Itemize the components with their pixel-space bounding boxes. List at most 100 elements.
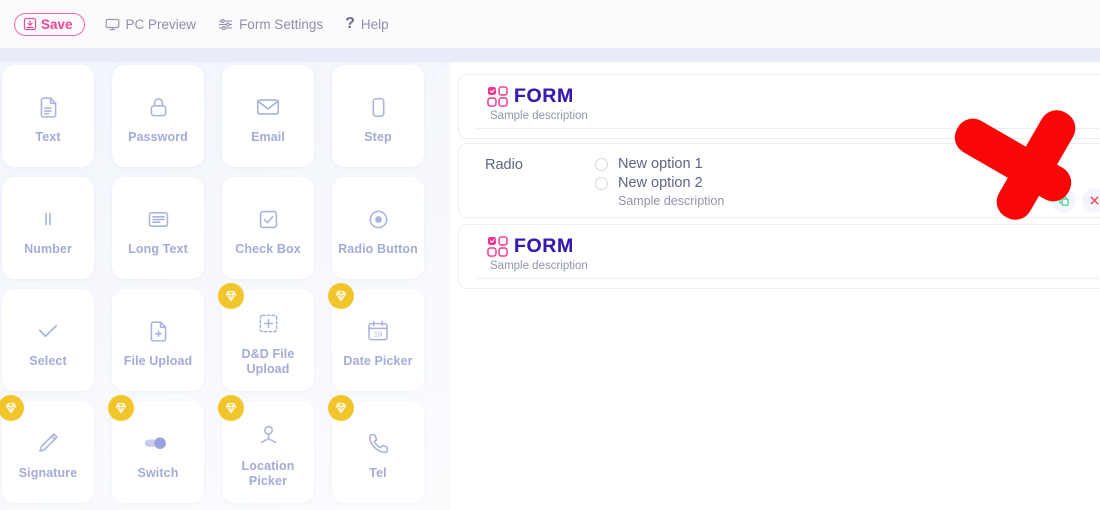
field-card-password[interactable]: Password [112,65,204,167]
form-qr-logo-icon [487,236,508,257]
help-button[interactable]: ? Help [345,16,389,32]
field-card-label: Select [29,354,67,369]
field-card-label: Location Picker [241,458,295,488]
question-mark-icon: ? [345,15,355,32]
radio-field-description: Sample description [618,194,725,208]
field-card-label: Switch [137,466,179,481]
palette-cell: Signature [0,395,108,509]
palette-cell: Check Box [218,173,328,285]
field-card-label: Check Box [235,242,301,257]
pen-icon [35,423,61,463]
field-card-radio-button[interactable]: Radio Button [332,177,424,279]
palette-cell: File Upload [108,285,218,397]
delete-button[interactable] [1082,188,1100,213]
field-card-label: File Upload [123,354,193,369]
field-card-number[interactable]: Number [2,177,94,279]
premium-gem-badge [108,395,134,421]
field-card-select[interactable]: Select [2,289,94,391]
field-card-file-upload[interactable]: File Upload [112,289,204,391]
field-card-label: Long Text [128,242,188,257]
field-card-label: Radio Button [338,242,418,257]
field-card-tel[interactable]: Tel [328,395,424,503]
calendar-19-icon: 19 [365,311,391,351]
palette-cell: Tel [328,395,438,509]
field-card-email[interactable]: Email [222,65,314,167]
save-disk-icon [23,17,37,31]
number-bars-icon [36,199,60,239]
form-header-divider [477,278,1099,279]
field-card-label: Date Picker [343,354,413,369]
field-card-date-picker[interactable]: 19 Date Picker [328,283,424,391]
premium-gem-badge [0,395,24,421]
field-card-label: Tel [369,466,387,481]
palette-cell: Switch [108,395,218,509]
text-lines-icon [146,199,171,239]
field-card-label: Password [128,130,188,145]
field-card-switch[interactable]: Switch [108,395,204,503]
field-card-long-text[interactable]: Long Text [112,177,204,279]
duplicate-button[interactable] [1051,188,1076,213]
form-settings-label: Form Settings [239,16,324,32]
form-header-divider [477,128,1099,129]
check-icon [35,311,61,351]
radio-dot-icon[interactable] [595,157,608,171]
field-card-location-picker[interactable]: Location Picker [218,395,314,503]
premium-gem-badge [218,395,244,421]
radio-field-row: Radio New option 1 New option 2 Sample d… [459,144,1100,208]
radio-field-label: Radio [485,157,523,173]
radio-option-2[interactable]: New option 2 [595,175,1100,191]
premium-gem-badge [328,283,354,309]
palette-cell: Text [0,62,108,173]
form-title: FORM [514,235,574,257]
form-settings-button[interactable]: Form Settings [218,17,323,32]
palette-cell: Long Text [108,173,218,285]
help-label: Help [360,16,389,32]
lock-icon [146,87,171,127]
field-card-label: D&D File Upload [241,346,295,376]
palette-cell: D&D File Upload [218,283,328,397]
save-button[interactable]: Save [14,12,85,36]
form-preview-canvas: FORM Sample description Radio New option… [450,62,1100,510]
form-radio-block[interactable]: Radio New option 1 New option 2 Sample d… [458,143,1100,218]
svg-text:19: 19 [374,330,382,339]
document-text-icon [36,87,61,127]
rounded-rect-icon [366,87,391,127]
pc-preview-button[interactable]: PC Preview [105,16,197,32]
form-builder-app: Save PC Preview Form Settings ? Help Tex… [0,0,1100,510]
radio-dot-icon[interactable] [595,176,608,190]
phone-icon [366,423,391,463]
radio-option-label: New option 1 [618,156,703,172]
field-card-text[interactable]: Text [2,65,94,167]
field-card-signature[interactable]: Signature [0,395,94,503]
block-action-buttons [1051,188,1100,213]
palette-cell: Location Picker [218,395,328,509]
form-title: FORM [514,85,574,107]
top-toolbar: Save PC Preview Form Settings ? Help [0,0,1100,48]
form-description: Sample description [490,110,588,122]
radio-button-icon [366,199,391,239]
radio-option-1[interactable]: New option 1 [595,156,1100,172]
palette-cell: Email [218,62,328,173]
save-button-label: Save [41,16,73,32]
form-description: Sample description [490,260,588,272]
file-plus-icon [146,311,171,351]
form-logo-row: FORM [459,225,1100,258]
field-palette-grid: Text Password Email Step Number Long Tex… [0,62,450,509]
form-header-block[interactable]: FORM Sample description [458,74,1100,139]
toolbar-separator-band [0,48,1100,62]
checkbox-icon [256,199,281,239]
palette-cell: Number [0,173,108,285]
field-card-check-box[interactable]: Check Box [222,177,314,279]
field-card-label: Number [24,242,72,257]
dashed-plus-icon [256,304,281,344]
radio-option-label: New option 2 [618,175,703,191]
field-card-label: Text [35,130,61,145]
envelope-icon [255,87,281,127]
pc-preview-label: PC Preview [125,16,197,32]
field-card-dnd-file-upload[interactable]: D&D File Upload [218,283,314,391]
form-header-block[interactable]: FORM Sample description [458,224,1100,289]
premium-gem-badge [218,283,244,309]
palette-cell: Radio Button [328,173,438,285]
field-card-label: Email [251,130,285,145]
field-card-step[interactable]: Step [332,65,424,167]
